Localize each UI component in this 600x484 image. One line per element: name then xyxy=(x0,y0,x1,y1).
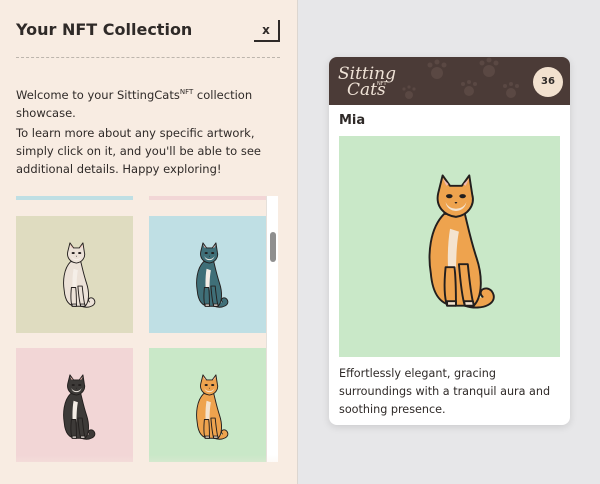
nft-name: Mia xyxy=(339,113,366,128)
welcome-text: Welcome to your SittingCatsNFT collectio… xyxy=(16,83,278,122)
collection-panel: Your NFT Collection x Welcome to your Si… xyxy=(0,0,298,484)
nft-tile[interactable] xyxy=(149,216,266,333)
nft-artwork xyxy=(339,136,560,357)
sitting-cat-icon xyxy=(428,174,495,309)
nft-superscript: NFT xyxy=(179,88,194,96)
sitting-cat-icon xyxy=(63,242,96,308)
instructions-text: To learn more about any specific artwork… xyxy=(16,126,261,176)
panel-divider xyxy=(297,0,298,484)
welcome-prefix: Welcome to your SittingCats xyxy=(16,88,180,102)
nft-description: Effortlessly elegant, gracing surroundin… xyxy=(339,367,551,416)
previous-row-edge xyxy=(149,196,266,200)
nft-tile[interactable] xyxy=(16,216,133,333)
sitting-cat-icon xyxy=(63,374,96,440)
previous-row-edge xyxy=(16,196,133,200)
grid-scrollbar[interactable] xyxy=(266,196,278,462)
nft-grid[interactable] xyxy=(16,196,268,462)
nft-tile[interactable] xyxy=(16,348,133,462)
title-divider xyxy=(16,57,280,58)
panel-title: Your NFT Collection xyxy=(16,20,193,39)
card-header: Sitting Cats NFT 36 xyxy=(329,57,570,105)
close-button[interactable]: x xyxy=(254,20,280,42)
nft-detail-card: Sitting Cats NFT 36 Mia Effortlessly ele… xyxy=(329,57,570,425)
sitting-cat-icon xyxy=(196,374,229,440)
logo-nft-mark: NFT xyxy=(377,81,387,87)
token-number-badge: 36 xyxy=(533,67,563,97)
nft-tile[interactable] xyxy=(149,348,266,462)
scrollbar-thumb[interactable] xyxy=(270,232,276,262)
sitting-cat-icon xyxy=(196,242,229,308)
bottom-fade xyxy=(0,455,298,484)
